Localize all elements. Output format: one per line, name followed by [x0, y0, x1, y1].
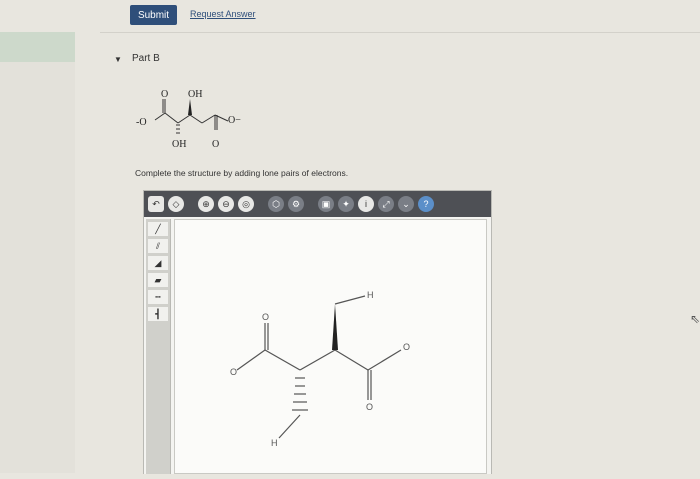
wedge-bond-tool[interactable]: ◢ [148, 256, 168, 270]
instructions: Complete the structure by adding lone pa… [135, 168, 349, 178]
atom-label-o: O [366, 402, 373, 412]
dropdown-icon[interactable]: ⌄ [398, 196, 414, 212]
double-bond-tool[interactable]: ⫽ [148, 239, 168, 253]
dash-bond-tool[interactable]: ┅ [148, 290, 168, 304]
atom-label-h: H [271, 438, 278, 448]
bond-toolbar: ╱ ⫽ ◢ ▰ ┅ ┫ [146, 219, 171, 474]
atom-label-o: O [161, 89, 168, 100]
info-glyph: i [365, 199, 367, 209]
molecule-editor: ↶ ◇ ⊕ ⊖ ◎ ⬡ ⚙ ▣ ✦ i ⤢ ⌄ ? ╱ ⫽ ◢ ▰ ┅ ┫ O … [143, 190, 492, 474]
part-label: Part B [132, 53, 160, 64]
atom-label-oh: OH [172, 139, 186, 150]
atom-label-oh: OH [188, 89, 202, 100]
zoom-fit-icon[interactable]: ◎ [238, 196, 254, 212]
help-icon[interactable]: ? [418, 196, 434, 212]
atom-label-o: O [230, 367, 237, 377]
undo-icon[interactable]: ↶ [148, 196, 164, 212]
atom-label-h: H [367, 290, 374, 300]
submit-button[interactable]: Submit [130, 5, 177, 25]
expand-icon[interactable]: ⤢ [378, 196, 394, 212]
wedge-bond [188, 99, 192, 115]
help-glyph: ? [423, 199, 429, 209]
left-panel [0, 62, 75, 473]
single-bond-tool[interactable]: ╱ [148, 222, 168, 236]
zoom-out-icon[interactable]: ⊖ [218, 196, 234, 212]
eraser-icon[interactable]: ◇ [168, 196, 184, 212]
editor-toolbar: ↶ ◇ ⊕ ⊖ ◎ ⬡ ⚙ ▣ ✦ i ⤢ ⌄ ? [144, 191, 491, 217]
hash-bond [292, 377, 308, 411]
drawing-canvas[interactable]: O O H O O H [174, 219, 487, 474]
collapse-caret-icon[interactable]: ▼ [114, 55, 122, 64]
template-icon[interactable]: ⬡ [268, 196, 284, 212]
lightbulb-icon[interactable]: ✦ [338, 196, 354, 212]
atom-label-o: O [403, 342, 410, 352]
bold-bond-tool[interactable]: ▰ [148, 273, 168, 287]
wedge-bond [332, 304, 338, 350]
info-icon[interactable]: i [358, 196, 374, 212]
left-panel-header [0, 32, 75, 62]
mouse-cursor-icon: ⇖ [690, 312, 700, 326]
atom-label-o-minus: -O [136, 117, 147, 128]
settings-icon[interactable]: ⚙ [288, 196, 304, 212]
question-molecule: O OH -O O− OH O [136, 89, 241, 150]
request-answer-link[interactable]: Request Answer [190, 9, 256, 19]
hash-bond [176, 124, 180, 134]
editor-molecule: O O H O O H [230, 290, 410, 448]
atom-label-o: O [212, 139, 219, 150]
divider [100, 32, 700, 33]
zoom-in-icon[interactable]: ⊕ [198, 196, 214, 212]
atom-label-o: O [262, 312, 269, 322]
image-icon[interactable]: ▣ [318, 196, 334, 212]
bracket-bond-tool[interactable]: ┫ [148, 307, 168, 321]
atom-label-o-minus: O− [228, 115, 241, 126]
